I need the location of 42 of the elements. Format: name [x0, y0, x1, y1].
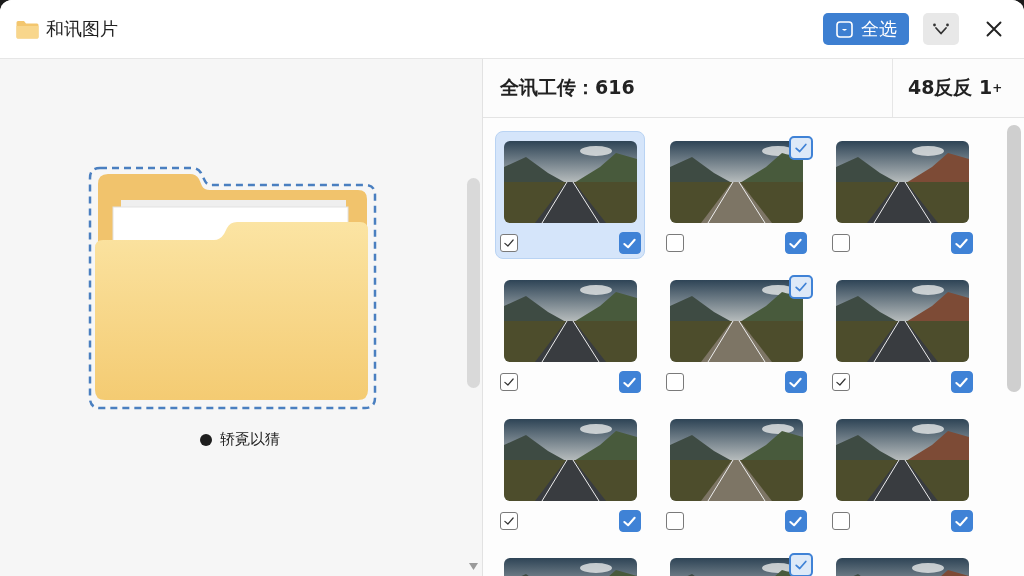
checkmark-icon [502, 515, 515, 527]
scrollbar-thumb[interactable] [1007, 125, 1021, 392]
checkbox[interactable] [950, 232, 973, 254]
checkbox[interactable] [784, 232, 807, 254]
select-all-button[interactable]: 全选 [823, 13, 909, 45]
status-text: 轿覔以猜 [220, 430, 280, 449]
checkbox[interactable] [950, 371, 973, 393]
close-icon [986, 21, 1002, 37]
checkbox[interactable] [831, 373, 850, 391]
checkbox[interactable] [784, 510, 807, 532]
scroll-down-arrow-icon[interactable] [468, 563, 478, 570]
checkmark-icon [793, 280, 808, 294]
corner-checkbox[interactable] [788, 553, 813, 576]
checkbox[interactable] [499, 512, 518, 530]
checkbox[interactable] [618, 232, 641, 254]
checkbox[interactable] [665, 234, 684, 252]
checkmark-icon [793, 141, 808, 155]
corner-checkbox[interactable] [788, 136, 813, 160]
checkmark-icon [793, 558, 808, 572]
checkmark-icon [502, 237, 515, 249]
checkbox[interactable] [831, 512, 850, 530]
window-title: 和讯图片 [46, 17, 118, 41]
checkbox[interactable] [950, 510, 973, 532]
checkbox[interactable] [618, 371, 641, 393]
checkmark-icon [834, 376, 847, 388]
checkbox[interactable] [499, 373, 518, 391]
chevron-down-icon [932, 22, 950, 36]
checkbox[interactable] [618, 510, 641, 532]
checkmark-icon [502, 376, 515, 388]
photo-count-summary: 全讯工传：616 [499, 75, 636, 100]
checkbox[interactable] [499, 234, 518, 252]
checkbox[interactable] [831, 234, 850, 252]
scrollbar-thumb[interactable] [466, 178, 480, 388]
image-tile[interactable] [495, 131, 645, 259]
select-box-icon [835, 20, 853, 38]
checkbox[interactable] [665, 373, 684, 391]
dropdown-button[interactable] [923, 13, 959, 45]
checkbox[interactable] [784, 371, 807, 393]
status-dot-icon [200, 433, 212, 446]
checkbox[interactable] [665, 512, 684, 530]
folder-icon [16, 19, 39, 39]
corner-checkbox[interactable] [788, 275, 813, 299]
